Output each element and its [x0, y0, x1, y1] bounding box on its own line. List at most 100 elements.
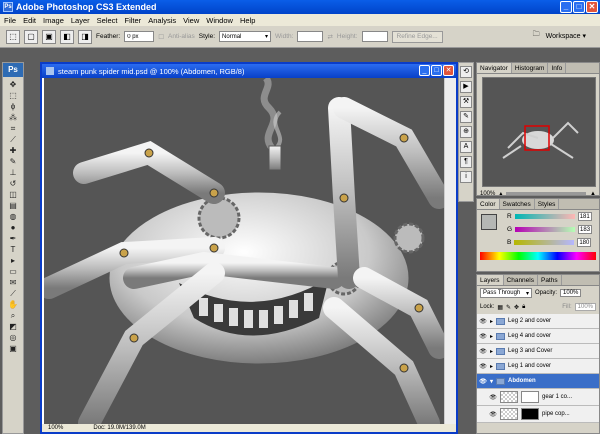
doc-maximize-button[interactable]: □ [431, 65, 442, 76]
visibility-eye-icon[interactable]: 👁︎ [489, 411, 497, 418]
foreground-color-swatch[interactable] [481, 214, 497, 230]
channel-g-value[interactable]: 183 [578, 225, 593, 234]
menu-image[interactable]: Image [43, 16, 64, 25]
menu-help[interactable]: Help [240, 16, 255, 25]
character-icon[interactable]: A [460, 141, 472, 153]
layer-row[interactable]: 👁︎ ▸ Leg 4 and cover [477, 329, 599, 344]
channel-g-slider[interactable] [515, 227, 576, 232]
dodge-tool-icon[interactable]: ● [3, 222, 23, 233]
tab-channels[interactable]: Channels [504, 275, 538, 285]
menu-file[interactable]: File [4, 16, 16, 25]
tab-styles[interactable]: Styles [535, 199, 560, 209]
lock-paint-icon[interactable]: ✎ [506, 304, 511, 311]
paragraph-icon[interactable]: ¶ [460, 156, 472, 168]
tool-presets-icon[interactable]: ⚒ [460, 96, 472, 108]
visibility-eye-icon[interactable]: 👁︎ [479, 363, 487, 370]
navigator-thumbnail[interactable] [482, 77, 596, 187]
tab-info[interactable]: Info [548, 63, 567, 73]
style-select[interactable]: Normal ▾ [219, 31, 272, 42]
clone-source-icon[interactable]: ⊕ [460, 126, 472, 138]
actions-icon[interactable]: ▶ [460, 81, 472, 93]
menu-analysis[interactable]: Analysis [148, 16, 176, 25]
add-selection-icon[interactable]: ▣ [42, 29, 56, 44]
healing-tool-icon[interactable]: ✚ [3, 145, 23, 156]
lock-position-icon[interactable]: ✥ [514, 304, 519, 311]
image-canvas[interactable] [44, 78, 444, 426]
pen-tool-icon[interactable]: ✒ [3, 233, 23, 244]
zoom-readout[interactable]: 100% [48, 425, 63, 431]
move-tool-icon[interactable]: ✥ [3, 79, 23, 90]
doc-close-button[interactable]: ✕ [443, 65, 454, 76]
notes-tool-icon[interactable]: ✉ [3, 277, 23, 288]
eyedropper-sample-icon[interactable]: ⟋ [3, 288, 23, 299]
menu-edit[interactable]: Edit [23, 16, 36, 25]
foreground-background-icon[interactable]: ◩ [3, 321, 23, 332]
layer-row-selected[interactable]: 👁︎ ▾ Abdomen [477, 374, 599, 389]
close-button[interactable]: ✕ [586, 1, 598, 13]
collapse-arrow-icon[interactable]: ▾ [490, 378, 493, 385]
zoom-in-icon[interactable]: ▲ [590, 191, 596, 197]
maximize-button[interactable]: □ [573, 1, 585, 13]
stamp-tool-icon[interactable]: ⊥ [3, 167, 23, 178]
channel-r-slider[interactable] [514, 214, 575, 219]
navigator-zoom[interactable]: 100% [480, 191, 495, 197]
swap-icon[interactable]: ⇄ [327, 33, 332, 41]
lock-all-icon[interactable]: 🔒︎ [522, 304, 525, 311]
channel-b-value[interactable]: 180 [577, 238, 592, 247]
minimize-button[interactable]: _ [560, 1, 572, 13]
visibility-eye-icon[interactable]: 👁︎ [479, 348, 487, 355]
eraser-tool-icon[interactable]: ◫ [3, 189, 23, 200]
gradient-tool-icon[interactable]: ▤ [3, 200, 23, 211]
visibility-eye-icon[interactable]: 👁︎ [479, 318, 487, 325]
menu-filter[interactable]: Filter [125, 16, 142, 25]
magic-wand-tool-icon[interactable]: ⁂ [3, 112, 23, 123]
visibility-eye-icon[interactable]: 👁︎ [479, 333, 487, 340]
antialias-checkbox[interactable]: ☐ [158, 33, 164, 41]
quick-mask-icon[interactable]: ◎ [3, 332, 23, 343]
layer-row[interactable]: 👁︎ ▸ Leg 3 and Cover [477, 344, 599, 359]
lock-transparency-icon[interactable]: ▦ [497, 304, 503, 311]
bridge-icon[interactable]: 🗀 [533, 30, 540, 41]
tab-layers[interactable]: Layers [477, 275, 504, 285]
visibility-eye-icon[interactable]: 👁︎ [479, 378, 487, 385]
history-icon[interactable]: ⟲ [460, 66, 472, 78]
fill-value[interactable]: 100% [574, 303, 596, 311]
brush-tool-icon[interactable]: ✎ [3, 156, 23, 167]
expand-arrow-icon[interactable]: ▸ [490, 348, 493, 355]
screen-mode-icon[interactable]: ▣ [3, 343, 23, 354]
type-tool-icon[interactable]: T [3, 244, 23, 255]
menu-window[interactable]: Window [206, 16, 233, 25]
history-brush-tool-icon[interactable]: ↺ [3, 178, 23, 189]
blur-tool-icon[interactable]: ◍ [3, 211, 23, 222]
expand-arrow-icon[interactable]: ▸ [490, 363, 493, 370]
menu-layer[interactable]: Layer [71, 16, 90, 25]
new-selection-icon[interactable]: ▢ [24, 29, 38, 44]
subtract-selection-icon[interactable]: ◧ [60, 29, 74, 44]
channel-r-value[interactable]: 181 [577, 212, 592, 221]
color-spectrum-bar[interactable] [480, 252, 596, 260]
tab-paths[interactable]: Paths [538, 275, 562, 285]
marquee-tool-icon[interactable]: ⬚ [3, 90, 23, 101]
intersect-selection-icon[interactable]: ◨ [78, 29, 92, 44]
opacity-value[interactable]: 100% [560, 289, 582, 297]
lasso-tool-icon[interactable]: ϕ [3, 101, 23, 112]
tab-swatches[interactable]: Swatches [500, 199, 535, 209]
zoom-out-icon[interactable]: ▴ [499, 190, 502, 197]
shape-tool-icon[interactable]: ▭ [3, 266, 23, 277]
width-input[interactable] [297, 31, 324, 42]
feather-input[interactable] [124, 31, 155, 42]
marquee-preset-icon[interactable]: ⬚ [6, 29, 20, 44]
layer-row[interactable]: 👁︎ gear 1 co... [477, 389, 599, 406]
channel-b-slider[interactable] [514, 240, 575, 245]
doc-size-readout[interactable]: Doc: 19.0M/139.0M [93, 425, 145, 431]
layer-row[interactable]: 👁︎ ▸ Leg 2 and cover [477, 314, 599, 329]
doc-minimize-button[interactable]: _ [419, 65, 430, 76]
path-selection-tool-icon[interactable]: ▸ [3, 255, 23, 266]
expand-arrow-icon[interactable]: ▸ [490, 318, 493, 325]
tab-histogram[interactable]: Histogram [512, 63, 549, 73]
layer-row[interactable]: 👁︎ ▸ Leg 1 and cover [477, 359, 599, 374]
info-icon[interactable]: i [460, 171, 472, 183]
visibility-eye-icon[interactable]: 👁︎ [489, 394, 497, 401]
workspace-menu[interactable]: Workspace ▾ [546, 32, 586, 40]
vertical-scrollbar[interactable] [444, 78, 456, 426]
